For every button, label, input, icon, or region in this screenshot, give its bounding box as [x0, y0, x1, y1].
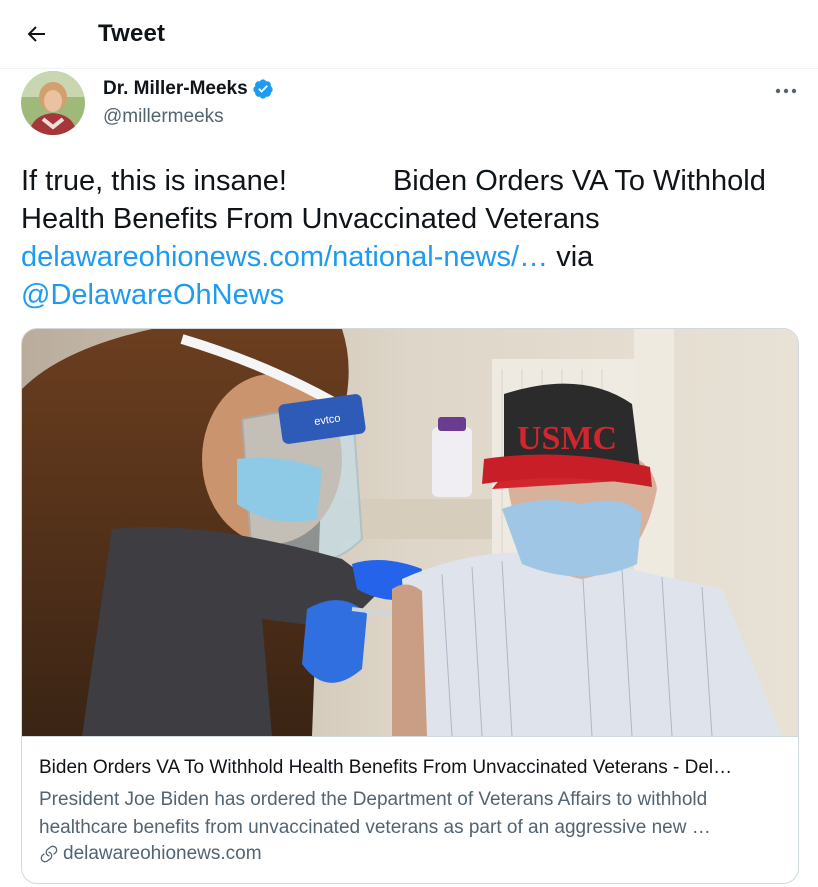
mention-link[interactable]: @DelawareOhNews: [21, 279, 284, 311]
card-domain[interactable]: delawareohionews.com: [39, 843, 262, 865]
verified-badge-icon: [253, 79, 273, 99]
author-handle[interactable]: @millermeeks: [103, 106, 224, 128]
cap-label: USMC: [517, 420, 617, 457]
avatar-photo: [21, 71, 85, 135]
more-button[interactable]: [768, 80, 804, 102]
back-button[interactable]: [18, 16, 54, 52]
page-title: Tweet: [98, 20, 166, 47]
author-name[interactable]: Dr. Miller-Meeks: [103, 78, 248, 100]
more-horizontal-icon: [775, 88, 797, 94]
card-image[interactable]: evtco USMC: [22, 329, 798, 737]
card-domain-text: delawareohionews.com: [63, 843, 262, 864]
avatar[interactable]: [21, 71, 85, 135]
author-row[interactable]: Dr. Miller-Meeks: [103, 78, 274, 100]
card-description: President Joe Biden has ordered the Depa…: [39, 789, 711, 838]
card-title[interactable]: Biden Orders VA To Withhold Health Benef…: [39, 757, 784, 779]
link-icon: [40, 845, 58, 863]
tweet-link[interactable]: delawareohionews.com/national-news/…: [21, 241, 548, 273]
arrow-left-icon: [27, 26, 45, 42]
vaccination-photo: evtco USMC: [22, 329, 798, 737]
tweet-text: If true, this is insane! Biden Orders VA …: [21, 162, 811, 314]
top-bar: Tweet: [0, 0, 818, 69]
link-card[interactable]: evtco USMC Biden Orders VA To Withhold H…: [21, 328, 799, 884]
via-text: via: [556, 241, 594, 273]
tweet-text-intro: If true, this is insane!: [21, 165, 287, 197]
